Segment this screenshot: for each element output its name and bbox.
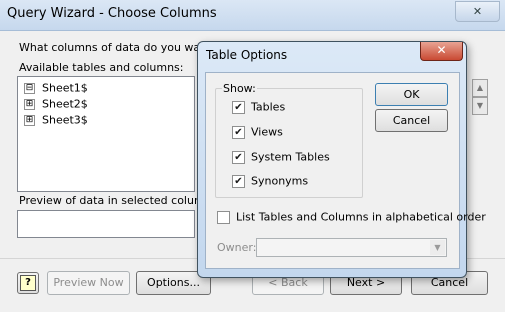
help-icon: ? (20, 275, 36, 291)
tree-item-sheet1[interactable]: ⊟ Sheet1$ (24, 81, 88, 96)
available-tables-label: Available tables and columns: (19, 61, 184, 74)
columns-prompt: What columns of data do you want to (19, 41, 226, 54)
show-synonyms-option[interactable]: ✔ Synonyms (232, 174, 308, 189)
owner-label: Owner: (217, 241, 257, 254)
checkbox[interactable] (217, 210, 230, 224)
option-label: Views (251, 125, 283, 139)
show-views-option[interactable]: ✔ Views (232, 125, 283, 140)
checkmark-icon[interactable]: ✔ (232, 150, 245, 164)
tree-item-sheet3[interactable]: ⊞ Sheet3$ (24, 113, 88, 128)
option-label: Synonyms (251, 174, 309, 188)
dialog-title: Table Options (206, 48, 288, 62)
expand-icon[interactable]: ⊞ (24, 98, 35, 110)
dialog-body: ✔ Tables ✔ Views ✔ System Tables ✔ Synonyms … (205, 72, 486, 269)
checkmark-icon[interactable]: ✔ (232, 174, 245, 188)
show-tables-option[interactable]: ✔ Tables (232, 100, 285, 115)
dialog-cancel-button[interactable]: Cancel (375, 109, 448, 132)
main-close-button[interactable]: ✕ (455, 1, 500, 22)
close-icon: ✕ (472, 5, 483, 18)
main-titlebar: Query Wizard - Choose Columns ✕ (0, 0, 505, 31)
tree-item-label: Sheet3$ (42, 113, 88, 127)
collapse-icon[interactable]: ⊟ (24, 82, 35, 94)
checkmark-icon[interactable]: ✔ (232, 125, 245, 139)
show-system-tables-option[interactable]: ✔ System Tables (232, 150, 330, 165)
alphabetical-order-option[interactable]: List Tables and Columns in alphabetical … (217, 210, 486, 225)
option-label: System Tables (251, 150, 330, 164)
preview-label: Preview of data in selected column: (19, 194, 216, 207)
alphabetical-order-label: List Tables and Columns in alphabetical … (236, 210, 486, 224)
chevron-down-icon[interactable]: ▼ (430, 240, 445, 255)
move-down-button[interactable]: ▼ (472, 97, 488, 115)
preview-now-button[interactable]: Preview Now (47, 271, 130, 295)
option-label: Tables (251, 100, 286, 114)
checkmark-icon[interactable]: ✔ (232, 100, 245, 114)
tree-item-sheet2[interactable]: ⊞ Sheet2$ (24, 97, 88, 112)
tree-item-label: Sheet2$ (42, 97, 88, 111)
help-button[interactable]: ? (17, 272, 39, 294)
show-label: Show: (222, 82, 257, 95)
ok-button[interactable]: OK (375, 83, 448, 106)
move-up-button[interactable]: ▲ (472, 79, 488, 97)
dialog-close-button[interactable]: ✕ (420, 42, 463, 61)
table-options-dialog: Table Options ✕ ✔ Tables ✔ Views ✔ System T… (197, 41, 486, 278)
expand-icon[interactable]: ⊞ (24, 114, 35, 126)
window-title: Query Wizard - Choose Columns (7, 6, 217, 21)
owner-dropdown[interactable]: ▼ (256, 238, 447, 257)
tree-item-label: Sheet1$ (42, 81, 88, 95)
show-groupbox: ✔ Tables ✔ Views ✔ System Tables ✔ Synonyms (215, 88, 363, 198)
tables-tree[interactable]: ⊟ Sheet1$ ⊞ Sheet2$ ⊞ Sheet3$ (17, 76, 195, 192)
preview-data-box (17, 210, 195, 238)
close-icon: ✕ (436, 43, 447, 57)
